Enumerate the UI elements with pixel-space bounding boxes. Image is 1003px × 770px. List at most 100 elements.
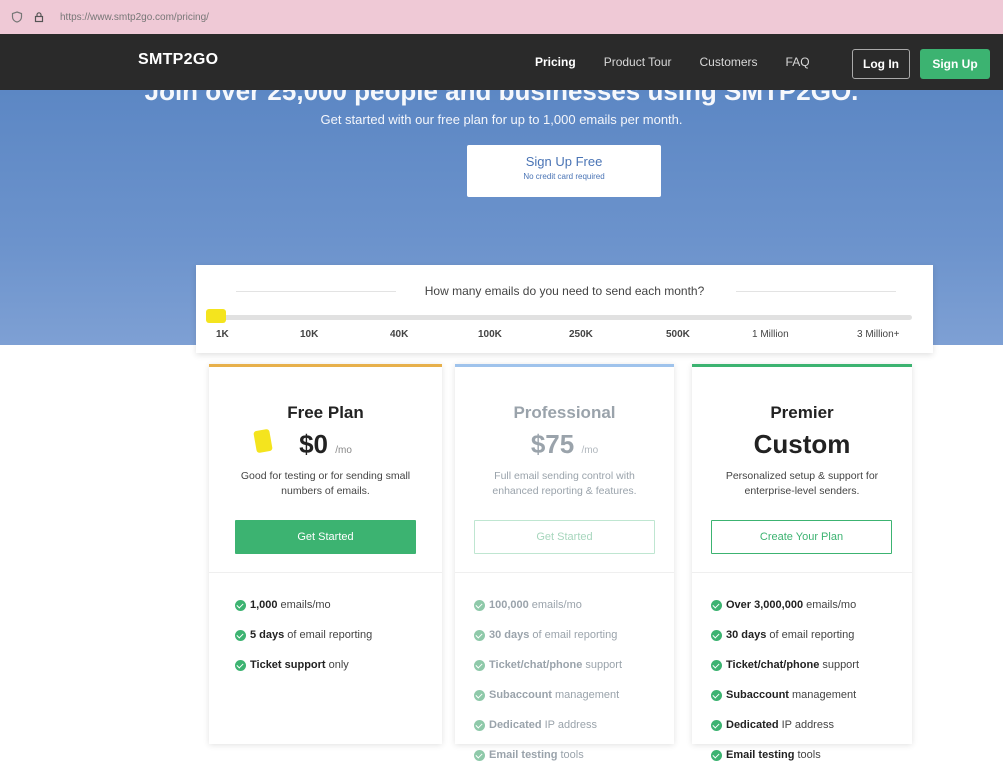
plan-description: Good for testing or for sending small nu… bbox=[240, 470, 411, 497]
check-icon bbox=[711, 599, 722, 611]
tick-250k[interactable]: 250K bbox=[569, 329, 593, 340]
check-icon bbox=[474, 659, 485, 671]
tick-1k[interactable]: 1K bbox=[216, 329, 229, 340]
feature-item: 100,000 emails/mo bbox=[474, 590, 622, 620]
check-icon bbox=[711, 719, 722, 731]
check-icon bbox=[474, 719, 485, 731]
nav-link-product-tour[interactable]: Product Tour bbox=[604, 55, 672, 69]
feature-bold: 5 days bbox=[250, 629, 285, 641]
feature-item: 30 days of email reporting bbox=[711, 620, 859, 650]
feature-bold: 1,000 bbox=[250, 599, 278, 611]
no-credit-card-note: No credit card required bbox=[523, 172, 605, 181]
tick-40k[interactable]: 40K bbox=[390, 329, 408, 340]
feature-text: only bbox=[328, 659, 349, 671]
plan-price: $75 /mo bbox=[455, 429, 674, 460]
slider-ticks: 1K 10K 40K 100K 250K 500K 1 Million 3 Mi… bbox=[196, 329, 933, 343]
slider-question: How many emails do you need to send each… bbox=[424, 284, 705, 298]
feature-list: 100,000 emails/mo 30 days of email reporti… bbox=[474, 590, 622, 770]
feature-text: support bbox=[822, 659, 860, 671]
check-icon bbox=[235, 659, 246, 671]
smtp2go-logo[interactable]: SMTP2GO bbox=[138, 51, 218, 69]
plan-name: Free Plan bbox=[287, 403, 364, 422]
feature-item: 30 days of email reporting bbox=[474, 620, 622, 650]
plan-description: Personalized setup & support for enterpr… bbox=[725, 470, 879, 497]
feature-list: 1,000 emails/mo 5 days of email reporting … bbox=[235, 590, 372, 680]
feature-item: Email testing tools bbox=[474, 740, 622, 770]
tick-10k[interactable]: 10K bbox=[300, 329, 318, 340]
feature-item: Subaccount management bbox=[711, 680, 859, 710]
feature-text: of email reporting bbox=[532, 629, 618, 641]
feature-bold: Dedicated bbox=[489, 719, 542, 731]
check-icon bbox=[474, 749, 485, 761]
feature-item: Over 3,000,000 emails/mo bbox=[711, 590, 859, 620]
email-volume-slider: How many emails do you need to send each… bbox=[196, 265, 933, 353]
hero-subtitle: Get started with our free plan for up to… bbox=[320, 112, 683, 127]
feature-text: emails/mo bbox=[531, 599, 582, 611]
get-started-button[interactable]: Get Started bbox=[235, 520, 416, 554]
feature-item: 5 days of email reporting bbox=[235, 620, 372, 650]
feature-text: IP address bbox=[544, 719, 597, 731]
feature-text: management bbox=[554, 689, 620, 701]
slider-handle[interactable] bbox=[206, 309, 226, 323]
signup-button[interactable]: Sign Up bbox=[920, 49, 990, 79]
login-button[interactable]: Log In bbox=[852, 49, 910, 79]
slider-track[interactable] bbox=[212, 315, 912, 320]
feature-text: IP address bbox=[781, 719, 834, 731]
price-value: $75 bbox=[530, 429, 575, 459]
get-started-button[interactable]: Get Started bbox=[474, 520, 655, 554]
feature-item: 1,000 emails/mo bbox=[235, 590, 372, 620]
feature-item: Ticket/chat/phone support bbox=[474, 650, 622, 680]
tick-500k[interactable]: 500K bbox=[666, 329, 690, 340]
tick-100k[interactable]: 100K bbox=[478, 329, 502, 340]
feature-text: management bbox=[791, 689, 857, 701]
nav-link-faq[interactable]: FAQ bbox=[786, 55, 810, 69]
feature-text: emails/mo bbox=[280, 599, 331, 611]
feature-text: emails/mo bbox=[806, 599, 857, 611]
card-divider bbox=[455, 572, 674, 573]
browser-url-bar: https://www.smtp2go.com/pricing/ bbox=[0, 0, 1003, 34]
feature-bold: Dedicated bbox=[726, 719, 779, 731]
feature-item: Email testing tools bbox=[711, 740, 859, 770]
feature-bold: Over 3,000,000 bbox=[726, 599, 804, 611]
check-icon bbox=[711, 749, 722, 761]
check-icon bbox=[235, 599, 246, 611]
lock-icon[interactable] bbox=[32, 10, 46, 24]
feature-bold: Subaccount bbox=[489, 689, 552, 701]
create-your-plan-button[interactable]: Create Your Plan bbox=[711, 520, 892, 554]
price-value: Custom bbox=[753, 429, 851, 459]
plan-name: Premier bbox=[770, 403, 834, 422]
card-divider bbox=[209, 572, 442, 573]
sign-up-free-label: Sign Up Free bbox=[525, 154, 603, 169]
check-icon bbox=[235, 629, 246, 641]
feature-text: of email reporting bbox=[769, 629, 855, 641]
shield-icon[interactable] bbox=[10, 10, 24, 24]
feature-bold: Ticket support bbox=[250, 659, 326, 671]
price-period: /mo bbox=[581, 445, 599, 456]
feature-bold: Email testing bbox=[489, 749, 558, 761]
tick-3-million[interactable]: 3 Million+ bbox=[857, 329, 900, 340]
feature-item: Dedicated IP address bbox=[474, 710, 622, 740]
feature-bold: Email testing bbox=[726, 749, 795, 761]
feature-item: Ticket/chat/phone support bbox=[711, 650, 859, 680]
price-value: $0 bbox=[299, 429, 328, 459]
sign-up-free-button[interactable]: Sign Up Free No credit card required bbox=[467, 145, 661, 197]
feature-item: Subaccount management bbox=[474, 680, 622, 710]
check-icon bbox=[474, 629, 485, 641]
nav-link-pricing[interactable]: Pricing bbox=[535, 55, 576, 69]
feature-text: tools bbox=[797, 749, 821, 761]
feature-text: tools bbox=[560, 749, 584, 761]
feature-list: Over 3,000,000 emails/mo 30 days of email … bbox=[711, 590, 859, 770]
url-text[interactable]: https://www.smtp2go.com/pricing/ bbox=[60, 12, 209, 23]
nav-link-customers[interactable]: Customers bbox=[700, 55, 758, 69]
hero-headline: Join over 25,000 people and businesses u… bbox=[144, 90, 859, 106]
plan-name: Professional bbox=[513, 403, 616, 422]
plan-card-premier: Premier Custom Personalized setup & supp… bbox=[692, 364, 912, 761]
check-icon bbox=[711, 659, 722, 671]
tick-1-million[interactable]: 1 Million bbox=[752, 329, 789, 340]
plan-description: Full email sending control with enhanced… bbox=[492, 470, 637, 497]
card-divider bbox=[692, 572, 912, 573]
price-period: /mo bbox=[335, 445, 352, 456]
plan-card-free: Free Plan $0 /mo Good for testing or for… bbox=[209, 364, 442, 744]
feature-text: of email reporting bbox=[287, 629, 373, 641]
feature-bold: Ticket/chat/phone bbox=[489, 659, 583, 671]
